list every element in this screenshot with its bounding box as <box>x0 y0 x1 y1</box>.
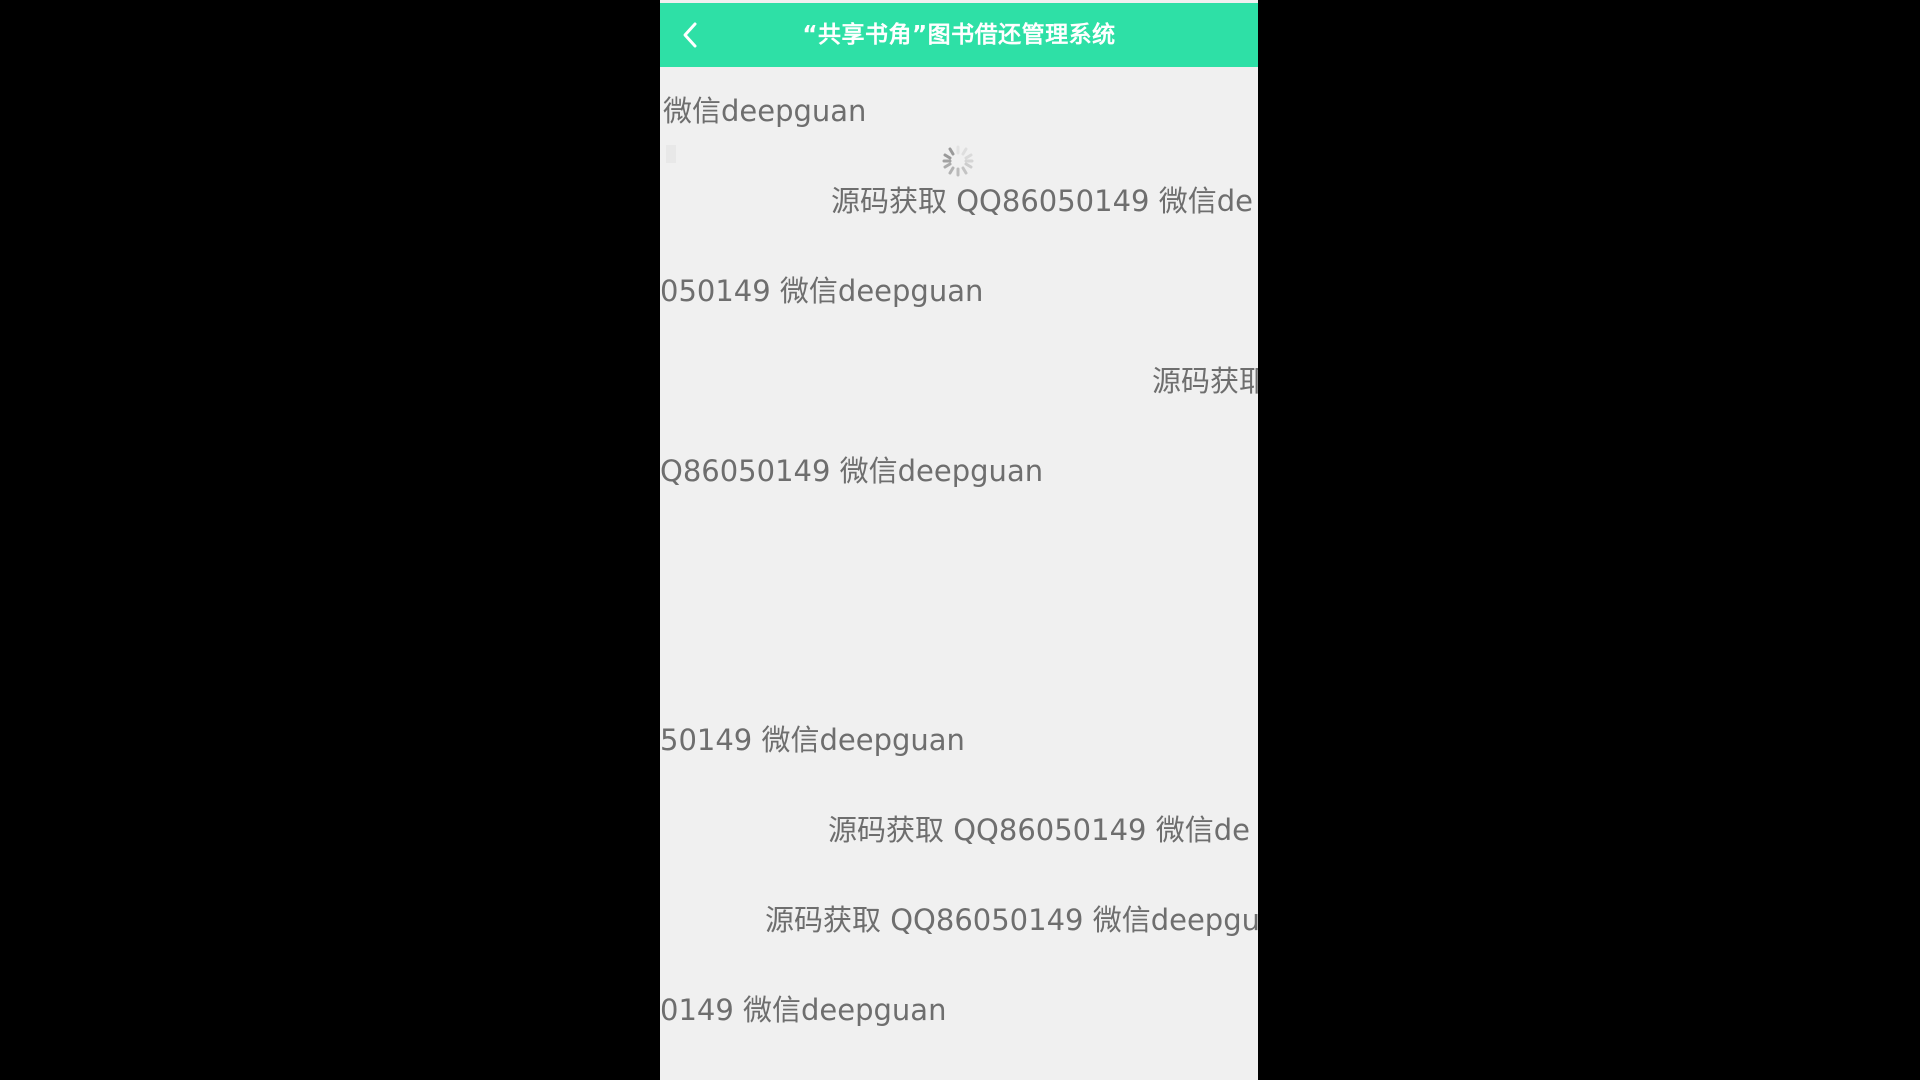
watermark-text: 微信deepguan <box>663 94 867 128</box>
watermark-text: 50149 微信deepguan <box>660 723 965 757</box>
watermark-text: 源码获取 QQ86050149 微信deepgu <box>765 903 1258 937</box>
top-nav-bar: “共享书角”图书借还管理系统 <box>660 0 1258 67</box>
watermark-text: 0149 微信deepguan <box>660 993 947 1027</box>
watermark-text: 源码获耶 <box>1152 364 1258 398</box>
watermark-text: Q86050149 微信deepguan <box>660 454 1044 488</box>
watermark-text: 源码获取 QQ86050149 微信de <box>831 184 1253 218</box>
watermark-text: 源码获取 QQ86050149 微信de <box>828 813 1250 847</box>
phone-screen: “共享书角”图书借还管理系统 微信deepguan 源码获取 QQ8605014… <box>660 0 1258 1080</box>
image-artifact <box>666 145 676 163</box>
spinner-icon <box>942 145 974 177</box>
back-button[interactable] <box>670 11 710 59</box>
content-area: 微信deepguan 源码获取 QQ86050149 微信de 050149 微… <box>660 67 1258 1080</box>
watermark-text: 050149 微信deepguan <box>660 274 984 308</box>
page-title: “共享书角”图书借还管理系统 <box>802 22 1116 48</box>
chevron-left-icon <box>683 22 697 48</box>
